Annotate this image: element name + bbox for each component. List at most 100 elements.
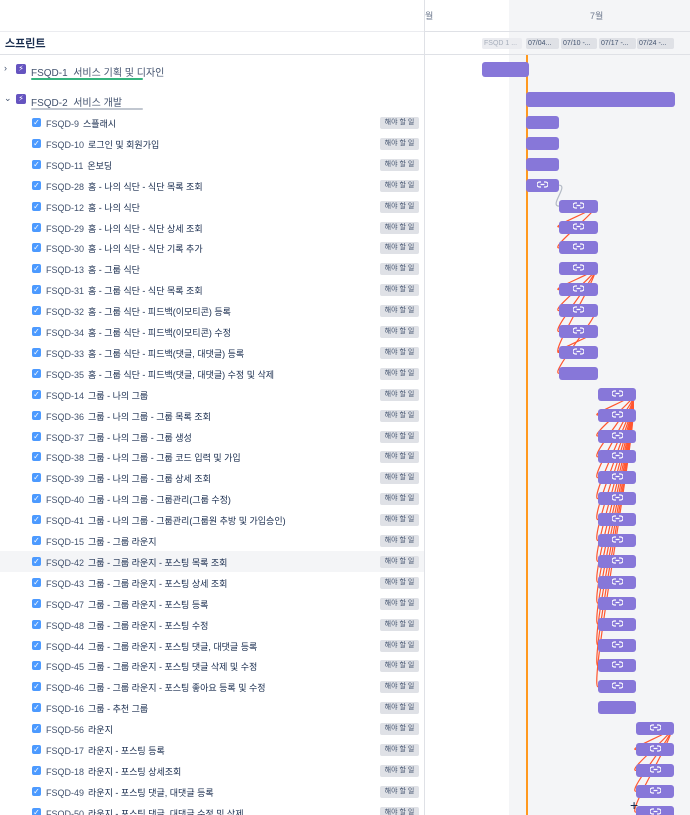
- issue-timeline-bar[interactable]: [598, 450, 636, 464]
- issue-label[interactable]: FSQD-48 그룹 - 그룹 라운지 - 포스팅 수정: [46, 619, 208, 632]
- issue-timeline-bar[interactable]: [598, 680, 636, 694]
- issue-row[interactable]: ✓ FSQD-12 홈 - 나의 식단 해야 할 일: [0, 196, 424, 217]
- status-badge[interactable]: 해야 할 일: [380, 744, 419, 756]
- issue-label[interactable]: FSQD-49 라운지 - 포스팅 댓글, 대댓글 등록: [46, 786, 214, 799]
- issue-timeline-bar[interactable]: [636, 722, 674, 736]
- issue-row[interactable]: ✓ FSQD-39 그룹 - 나의 그룹 - 그룹 상세 조회 해야 할 일: [0, 467, 424, 488]
- issue-timeline-bar[interactable]: [526, 157, 559, 171]
- issue-label[interactable]: FSQD-47 그룹 - 그룹 라운지 - 포스팅 등록: [46, 598, 208, 611]
- issue-label[interactable]: FSQD-42 그룹 - 그룹 라운지 - 포스팅 목록 조회: [46, 556, 227, 569]
- issue-row[interactable]: ✓ FSQD-49 라운지 - 포스팅 댓글, 대댓글 등록 해야 할 일: [0, 781, 424, 802]
- issue-timeline-bar[interactable]: [598, 513, 636, 527]
- issue-label[interactable]: FSQD-11 온보딩: [46, 159, 112, 172]
- issue-timeline-bar[interactable]: [526, 178, 559, 192]
- issue-row[interactable]: ✓ FSQD-33 홈 - 그룹 식단 - 피드백(댓글, 대댓글) 등록 해야 할 …: [0, 342, 424, 363]
- epic-timeline-bar[interactable]: [482, 62, 529, 77]
- status-badge[interactable]: 해야 할 일: [380, 597, 419, 610]
- issue-label[interactable]: FSQD-41 그룹 - 나의 그룹 - 그룹관리(그룹원 추방 및 가입승인): [46, 514, 286, 527]
- status-badge[interactable]: 해야 할 일: [380, 242, 419, 255]
- status-badge[interactable]: 해야 할 일: [380, 305, 419, 318]
- issue-row[interactable]: ✓ FSQD-15 그룹 - 그룹 라운지 해야 할 일: [0, 530, 424, 551]
- issue-timeline-bar[interactable]: [598, 617, 636, 631]
- status-badge[interactable]: 해야 할 일: [380, 764, 419, 777]
- issue-label[interactable]: FSQD-15 그룹 - 그룹 라운지: [46, 535, 156, 548]
- status-badge[interactable]: 해야 할 일: [380, 326, 419, 338]
- sprint-pill[interactable]: FSQD 1 ...: [482, 38, 522, 49]
- issue-row[interactable]: ✓ FSQD-50 라운지 - 포스팅 댓글, 대댓글 수정 및 삭제 해야 할 일: [0, 802, 424, 815]
- issue-timeline-bar[interactable]: [598, 408, 636, 422]
- issue-label[interactable]: FSQD-9 스플래시: [46, 117, 116, 130]
- issue-label[interactable]: FSQD-30 홈 - 나의 식단 - 식단 기록 추가: [46, 242, 203, 255]
- status-badge[interactable]: 해야 할 일: [380, 785, 419, 798]
- issue-label[interactable]: FSQD-29 홈 - 나의 식단 - 식단 상세 조회: [46, 222, 203, 235]
- issue-row[interactable]: ✓ FSQD-9 스플래시 해야 할 일: [0, 112, 424, 133]
- issue-row[interactable]: ✓ FSQD-14 그룹 - 나의 그룹 해야 할 일: [0, 384, 424, 405]
- status-badge[interactable]: 해야 할 일: [380, 451, 419, 464]
- issue-row[interactable]: ✓ FSQD-46 그룹 - 그룹 라운지 - 포스팅 좋아요 등록 및 수정 해야 …: [0, 676, 424, 697]
- issue-timeline-bar[interactable]: [559, 220, 598, 234]
- issue-label[interactable]: FSQD-32 홈 - 그룹 식단 - 피드백(이모티콘) 등록: [46, 305, 231, 318]
- issue-row[interactable]: ✓ FSQD-56 라운지 해야 할 일: [0, 718, 424, 739]
- status-badge[interactable]: 해야 할 일: [380, 806, 419, 815]
- issue-timeline-bar[interactable]: [559, 283, 598, 297]
- issue-label[interactable]: FSQD-28 홈 - 나의 식단 - 식단 목록 조회: [46, 180, 203, 193]
- sprint-pill[interactable]: 07/04...: [526, 38, 559, 49]
- issue-row[interactable]: ✓ FSQD-48 그룹 - 그룹 라운지 - 포스팅 수정 해야 할 일: [0, 614, 424, 635]
- issue-label[interactable]: FSQD-10 로그인 및 회원가입: [46, 138, 159, 151]
- issue-timeline-bar[interactable]: [526, 136, 559, 150]
- issue-row[interactable]: ✓ FSQD-45 그룹 - 그룹 라운지 - 포스팅 댓글 삭제 및 수정 해야 할…: [0, 655, 424, 676]
- issue-row[interactable]: ✓ FSQD-44 그룹 - 그룹 라운지 - 포스팅 댓글, 대댓글 등록 해야 할…: [0, 635, 424, 656]
- issue-timeline-bar[interactable]: [559, 199, 598, 213]
- issue-timeline-bar[interactable]: [636, 743, 674, 756]
- issue-timeline-bar[interactable]: [598, 575, 636, 589]
- issue-row[interactable]: ✓ FSQD-16 그룹 - 추천 그룹 해야 할 일: [0, 697, 424, 718]
- issue-label[interactable]: FSQD-38 그룹 - 나의 그룹 - 그룹 코드 입력 및 가입: [46, 451, 241, 464]
- status-badge[interactable]: 해야 할 일: [380, 200, 419, 213]
- issue-timeline-bar[interactable]: [636, 805, 674, 815]
- issue-label[interactable]: FSQD-50 라운지 - 포스팅 댓글, 대댓글 수정 및 삭제: [46, 807, 244, 815]
- issue-label[interactable]: FSQD-39 그룹 - 나의 그룹 - 그룹 상세 조회: [46, 472, 211, 485]
- issue-row[interactable]: ✓ FSQD-35 홈 - 그룹 식단 - 피드백(댓글, 대댓글) 수정 및 삭제…: [0, 363, 424, 384]
- issue-label[interactable]: FSQD-12 홈 - 나의 식단: [46, 201, 140, 214]
- issue-timeline-bar[interactable]: [636, 763, 674, 777]
- issue-timeline-bar[interactable]: [598, 429, 636, 443]
- issue-row[interactable]: ✓ FSQD-17 라운지 - 포스팅 등록 해야 할 일: [0, 739, 424, 760]
- issue-row[interactable]: ✓ FSQD-36 그룹 - 나의 그룹 - 그룹 목록 조회 해야 할 일: [0, 405, 424, 426]
- status-badge[interactable]: 해야 할 일: [380, 535, 419, 547]
- status-badge[interactable]: 해야 할 일: [380, 472, 419, 485]
- status-badge[interactable]: 해야 할 일: [380, 681, 419, 694]
- sprint-pill[interactable]: 07/17 -...: [599, 38, 636, 49]
- status-badge[interactable]: 해야 할 일: [380, 346, 419, 359]
- status-badge[interactable]: 해야 할 일: [380, 430, 419, 443]
- issue-row[interactable]: ✓ FSQD-18 라운지 - 포스팅 상세조회 해야 할 일: [0, 760, 424, 781]
- issue-timeline-bar[interactable]: [559, 366, 598, 380]
- issue-row[interactable]: ✓ FSQD-37 그룹 - 나의 그룹 - 그룹 생성 해야 할 일: [0, 426, 424, 447]
- issue-timeline-bar[interactable]: [598, 387, 636, 401]
- status-badge[interactable]: 해야 할 일: [380, 158, 419, 171]
- issue-label[interactable]: FSQD-13 홈 - 그룹 식단: [46, 263, 140, 276]
- issue-timeline-bar[interactable]: [598, 638, 636, 652]
- status-badge[interactable]: 해야 할 일: [380, 409, 419, 422]
- issue-row[interactable]: ✓ FSQD-13 홈 - 그룹 식단 해야 할 일: [0, 258, 424, 279]
- sprint-pill[interactable]: 07/24 -...: [637, 38, 674, 49]
- issue-label[interactable]: FSQD-44 그룹 - 그룹 라운지 - 포스팅 댓글, 대댓글 등록: [46, 640, 257, 653]
- issue-row[interactable]: ✓ FSQD-31 홈 - 그룹 식단 - 식단 목록 조회 해야 할 일: [0, 279, 424, 300]
- chevron-down-icon[interactable]: ⌄: [4, 93, 12, 104]
- issue-label[interactable]: FSQD-46 그룹 - 그룹 라운지 - 포스팅 좋아요 등록 및 수정: [46, 681, 266, 694]
- status-badge[interactable]: 해야 할 일: [380, 388, 419, 401]
- issue-row[interactable]: ✓ FSQD-10 로그인 및 회원가입 해야 할 일: [0, 133, 424, 154]
- issue-timeline-bar[interactable]: [598, 659, 636, 673]
- epic-row-fsqd-1[interactable]: › ⚡ FSQD-1 서비스 기획 및 디자인: [0, 55, 424, 86]
- chevron-right-icon[interactable]: ›: [4, 63, 7, 73]
- issue-row[interactable]: ✓ FSQD-11 온보딩 해야 할 일: [0, 154, 424, 175]
- issue-timeline-bar[interactable]: [636, 784, 674, 798]
- epic-label[interactable]: FSQD-1 서비스 기획 및 디자인: [31, 64, 164, 79]
- sprint-pill[interactable]: 07/10 -...: [561, 38, 597, 49]
- issue-timeline-bar[interactable]: [598, 471, 636, 485]
- status-badge[interactable]: 해야 할 일: [380, 493, 419, 506]
- issue-label[interactable]: FSQD-34 홈 - 그룹 식단 - 피드백(이모티콘) 수정: [46, 326, 231, 339]
- issue-row[interactable]: ✓ FSQD-41 그룹 - 나의 그룹 - 그룹관리(그룹원 추방 및 가입승인)…: [0, 509, 424, 530]
- issue-timeline-bar[interactable]: [598, 534, 636, 547]
- issue-row[interactable]: ✓ FSQD-30 홈 - 나의 식단 - 식단 기록 추가 해야 할 일: [0, 237, 424, 258]
- issue-row[interactable]: ✓ FSQD-40 그룹 - 나의 그룹 - 그룹관리(그룹 수정) 해야 할 일: [0, 488, 424, 509]
